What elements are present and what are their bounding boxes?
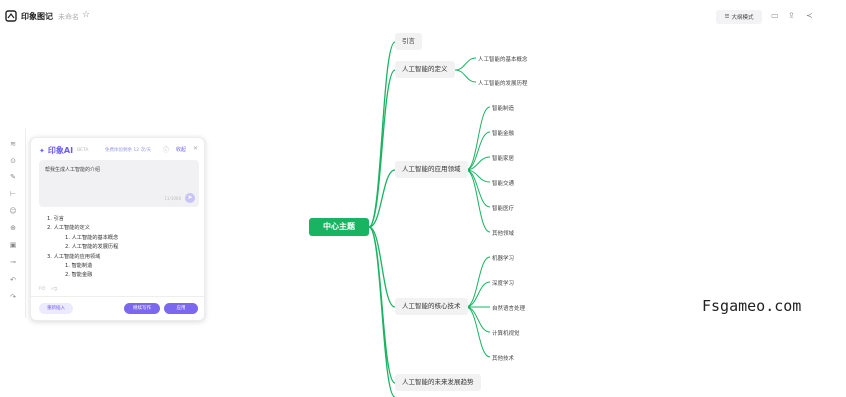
undo-icon[interactable]: ↶ (8, 276, 18, 284)
connector-line (465, 106, 491, 171)
connector-line (465, 306, 491, 358)
leaf-node[interactable]: 计算机视觉 (492, 329, 520, 337)
apply-button[interactable]: 应用 (164, 303, 198, 314)
ai-result-line: 3. 人工智能的应用领域 (47, 253, 101, 260)
connector-line (454, 57, 477, 71)
leaf-node[interactable]: 其他技术 (492, 354, 514, 362)
ai-result-list: 1. 引言 2. 人工智能的定义 1. 人工智能的基本概念 2. 人工智能的发展历程 3… (47, 215, 197, 281)
send-icon[interactable]: ➤ (185, 193, 195, 203)
divider (31, 296, 204, 297)
link-icon[interactable]: ⊸ (8, 258, 18, 266)
connector-line (465, 169, 491, 233)
ai-result-line: 2. 人工智能的定义 (47, 225, 90, 232)
connector-line (368, 226, 396, 308)
watermark-text: Fsgameo.com (702, 297, 802, 315)
location-icon[interactable]: ⊙ (8, 157, 18, 165)
leaf-node[interactable]: 人工智能的基本概念 (478, 55, 528, 63)
branch-node-definition[interactable]: 人工智能的定义 (395, 61, 455, 78)
ai-assistant-panel: ✦ 印象AI BETA 免费体验剩余 12 次/天 ⓘ 收起 ✕ 帮我生成人工智… (30, 137, 205, 321)
help-icon[interactable]: ⓘ (163, 145, 169, 154)
char-count: 11/1000 (164, 196, 181, 201)
ai-prompt-input[interactable]: 帮我生成人工智能的介绍 11/1000 ➤ (39, 160, 199, 207)
left-toolbar: ≋ ⊙ ✎ ⊢ ☺ ⊕ ▣ ⊸ ↶ ↷ (0, 128, 26, 318)
ai-panel-header: ✦ 印象AI BETA (39, 145, 88, 156)
leaf-node[interactable]: 智能金融 (492, 129, 514, 137)
branch-node-future[interactable]: 人工智能的未来发展趋势 (395, 374, 481, 391)
leaf-node[interactable]: 智能医疗 (492, 204, 514, 212)
thumbs-down-icon[interactable]: 👎︎ (51, 284, 57, 292)
leaf-node[interactable]: 自然语言处理 (492, 304, 525, 312)
structure-icon[interactable]: ⊢ (8, 190, 18, 198)
connector-line (465, 281, 491, 308)
ai-result-line: 2. 智能金融 (65, 272, 93, 279)
reinsert-button[interactable]: 重新插入 (39, 303, 73, 314)
thumbs-up-icon[interactable]: 👍︎ (39, 284, 45, 292)
branch-node-applications[interactable]: 人工智能的应用领域 (395, 161, 468, 178)
collapse-button[interactable]: 收起 (176, 146, 186, 153)
ai-sparkle-icon: ✦ (39, 146, 45, 155)
leaf-node[interactable]: 智能交通 (492, 179, 514, 187)
leaf-node[interactable]: 机器学习 (492, 254, 514, 262)
branch-node-core-tech[interactable]: 人工智能的核心技术 (395, 298, 468, 315)
ai-result-line: 2. 人工智能的发展历程 (65, 244, 119, 251)
add-icon[interactable]: ⊕ (8, 224, 18, 232)
ai-prompt-text: 帮我生成人工智能的介绍 (45, 167, 101, 173)
feedback-row: 👍︎ 👎︎ (39, 284, 57, 292)
leaf-node[interactable]: 深度学习 (492, 279, 514, 287)
continue-writing-button[interactable]: 继续写作 (124, 303, 160, 314)
beta-badge: BETA (77, 148, 89, 153)
leaf-node[interactable]: 智能家居 (492, 154, 514, 162)
ai-wave-icon[interactable]: ≋ (8, 140, 18, 148)
leaf-node[interactable]: 其他领域 (492, 229, 514, 237)
connector-line (368, 69, 396, 228)
connector-line (454, 69, 477, 83)
redo-icon[interactable]: ↷ (8, 293, 18, 301)
connector-line (465, 256, 491, 308)
close-icon[interactable]: ✕ (193, 145, 198, 152)
image-icon[interactable]: ▣ (8, 241, 18, 249)
ai-quota-text: 免费体验剩余 12 次/天 (105, 148, 152, 153)
ai-panel-title: 印象AI (47, 146, 74, 155)
ai-result-line: 1. 智能制造 (65, 263, 93, 270)
branch-node-intro[interactable]: 引言 (395, 33, 422, 50)
central-topic[interactable]: 中心主题 (309, 218, 369, 236)
leaf-node[interactable]: 人工智能的发展历程 (478, 79, 528, 87)
style-icon[interactable]: ✎ (8, 173, 18, 181)
emoji-icon[interactable]: ☺ (8, 207, 18, 215)
connector-line (465, 306, 491, 333)
ai-result-line: 1. 引言 (47, 216, 64, 222)
connector-line (368, 226, 396, 397)
ai-result-line: 1. 人工智能的基本概念 (65, 234, 119, 241)
leaf-node[interactable]: 智能制造 (492, 104, 514, 112)
